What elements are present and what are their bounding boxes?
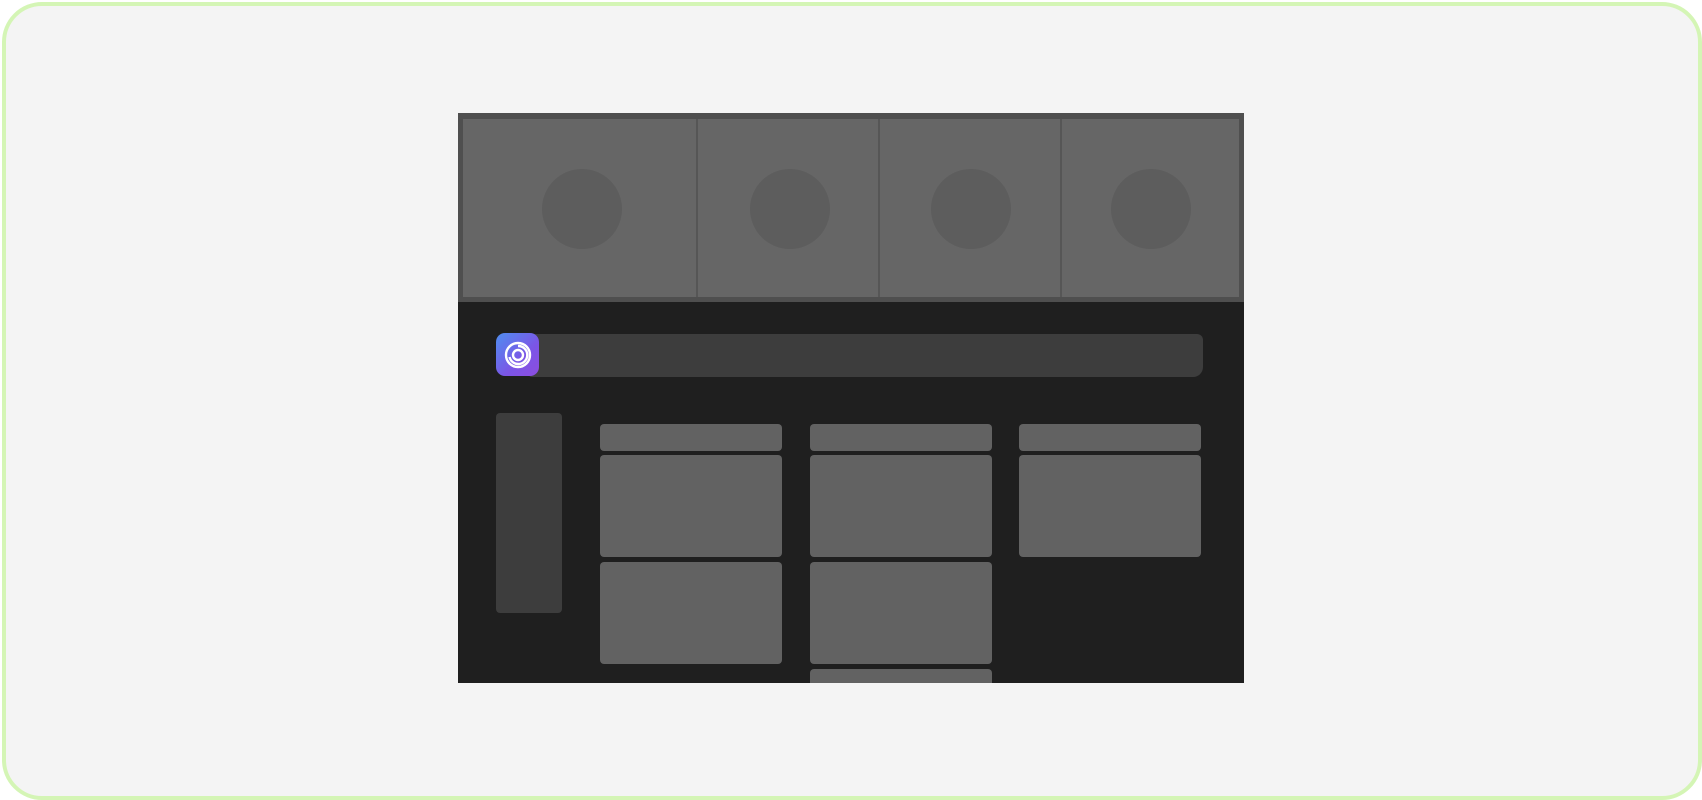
image-placeholder-icon <box>542 169 622 249</box>
image-placeholder-icon <box>1111 169 1191 249</box>
image-placeholder-icon <box>750 169 830 249</box>
column-2-header[interactable] <box>810 424 992 451</box>
column-3-header[interactable] <box>1019 424 1201 451</box>
spiral-logo-glyph <box>504 341 531 368</box>
search-bar[interactable] <box>528 334 1203 377</box>
column-1-header[interactable] <box>600 424 782 451</box>
thumbnail-2[interactable] <box>698 119 880 297</box>
app-window <box>458 113 1244 683</box>
column-2-card-2[interactable] <box>810 562 992 664</box>
spiral-logo-icon[interactable] <box>496 333 539 376</box>
thumbnail-3[interactable] <box>880 119 1062 297</box>
column-1-card-2[interactable] <box>600 562 782 664</box>
sidebar-panel[interactable] <box>496 413 562 613</box>
thumbnail-1[interactable] <box>463 119 698 297</box>
thumbnail-4[interactable] <box>1062 119 1239 297</box>
column-1-card-1[interactable] <box>600 455 782 557</box>
image-placeholder-icon <box>931 169 1011 249</box>
thumbnail-strip <box>458 113 1244 302</box>
column-2-card-3[interactable] <box>810 669 992 683</box>
column-3-card-1[interactable] <box>1019 455 1201 557</box>
column-2-card-1[interactable] <box>810 455 992 557</box>
